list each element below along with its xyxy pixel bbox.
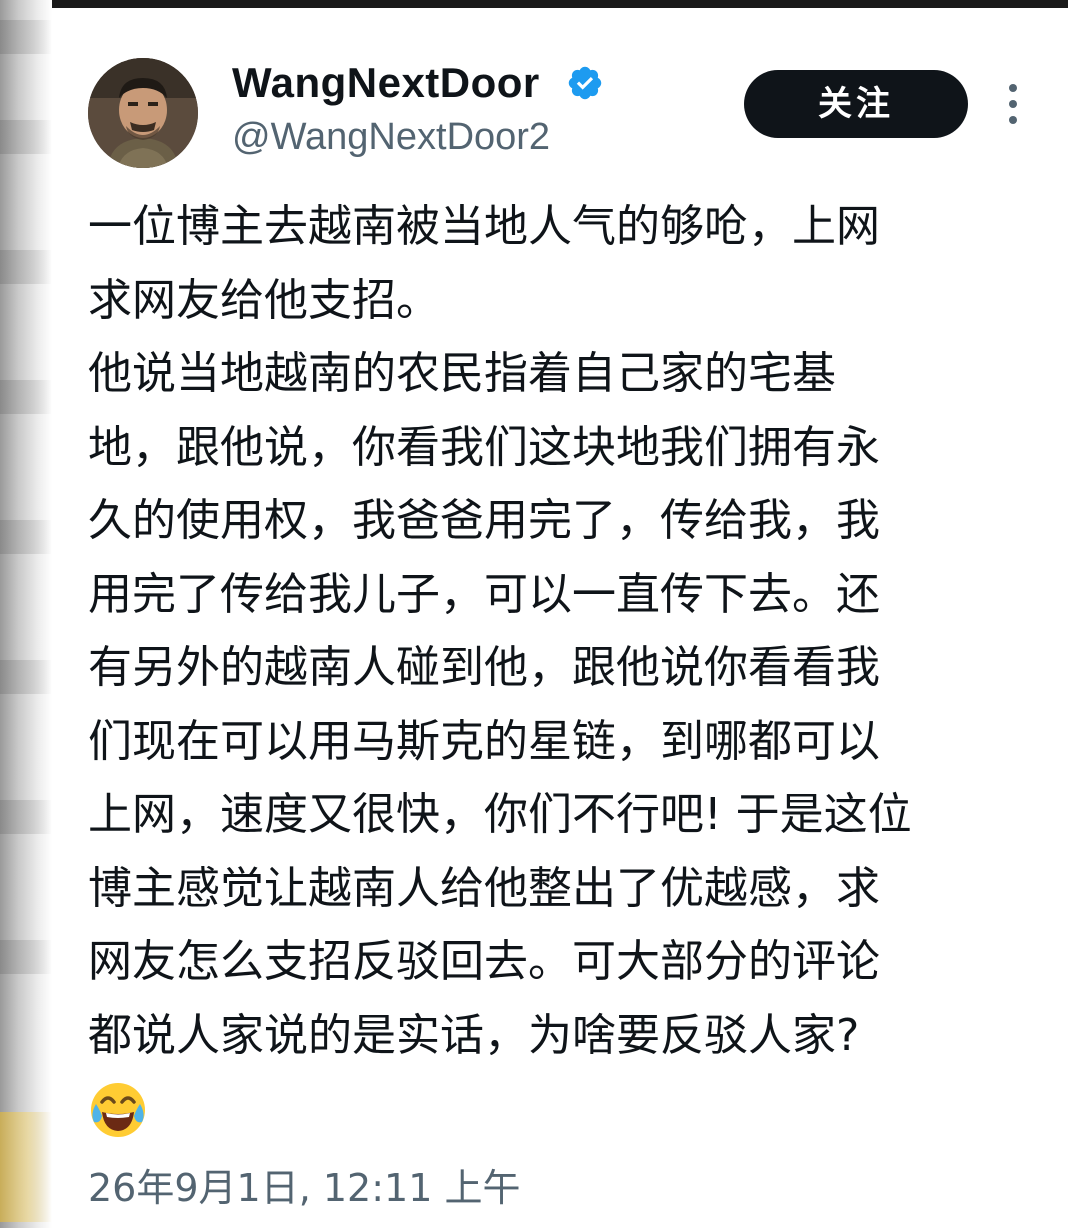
avatar-portrait-icon <box>88 58 198 168</box>
tears-of-joy-emoji-icon <box>91 1083 145 1137</box>
tweet-line: 们现在可以用马斯克的星链，到哪都可以 <box>88 715 880 767</box>
tweet-timestamp[interactable]: 26年9月1日, 12:11 上午 <box>88 1162 520 1214</box>
tweet-line: 都说人家说的是实话，为啥要反驳人家? <box>88 1009 860 1061</box>
follow-button[interactable]: 关注 <box>744 70 968 138</box>
tweet-line: 网友怎么支招反驳回去。可大部分的评论 <box>88 936 880 987</box>
tweet-text: 一位博主去越南被当地人气的够呛，上网 求网友给他支招。 他说当地越南的农民指着自… <box>88 190 1028 1072</box>
more-vertical-icon[interactable] <box>1000 82 1026 126</box>
author-handle[interactable]: @WangNextDoor2 <box>232 112 550 162</box>
tweet-line: 久的使用权，我爸爸用完了，传给我，我 <box>88 495 880 546</box>
tweet-line: 他说当地越南的农民指着自己家的宅基 <box>88 348 836 399</box>
verified-badge-icon <box>568 66 602 100</box>
author-display-name[interactable]: WangNextDoor <box>232 56 540 110</box>
author-avatar[interactable] <box>88 58 198 168</box>
tweet-line: 有另外的越南人碰到他，跟他说你看看我 <box>88 642 880 693</box>
tweet-line: 求网友给他支招。 <box>88 274 440 326</box>
tweet-line: 地，跟他说，你看我们这块地我们拥有永 <box>88 421 880 473</box>
tweet-line: 一位博主去越南被当地人气的够呛，上网 <box>88 201 880 252</box>
window-top-bar <box>0 0 1068 8</box>
background-edge <box>0 0 52 1228</box>
tweet-line: 博主感觉让越南人给他整出了优越感，求 <box>88 862 880 914</box>
tweet-line: 上网，速度又很快，你们不行吧! 于是这位 <box>88 789 912 840</box>
tweet-line: 用完了传给我儿子，可以一直传下去。还 <box>88 568 880 620</box>
